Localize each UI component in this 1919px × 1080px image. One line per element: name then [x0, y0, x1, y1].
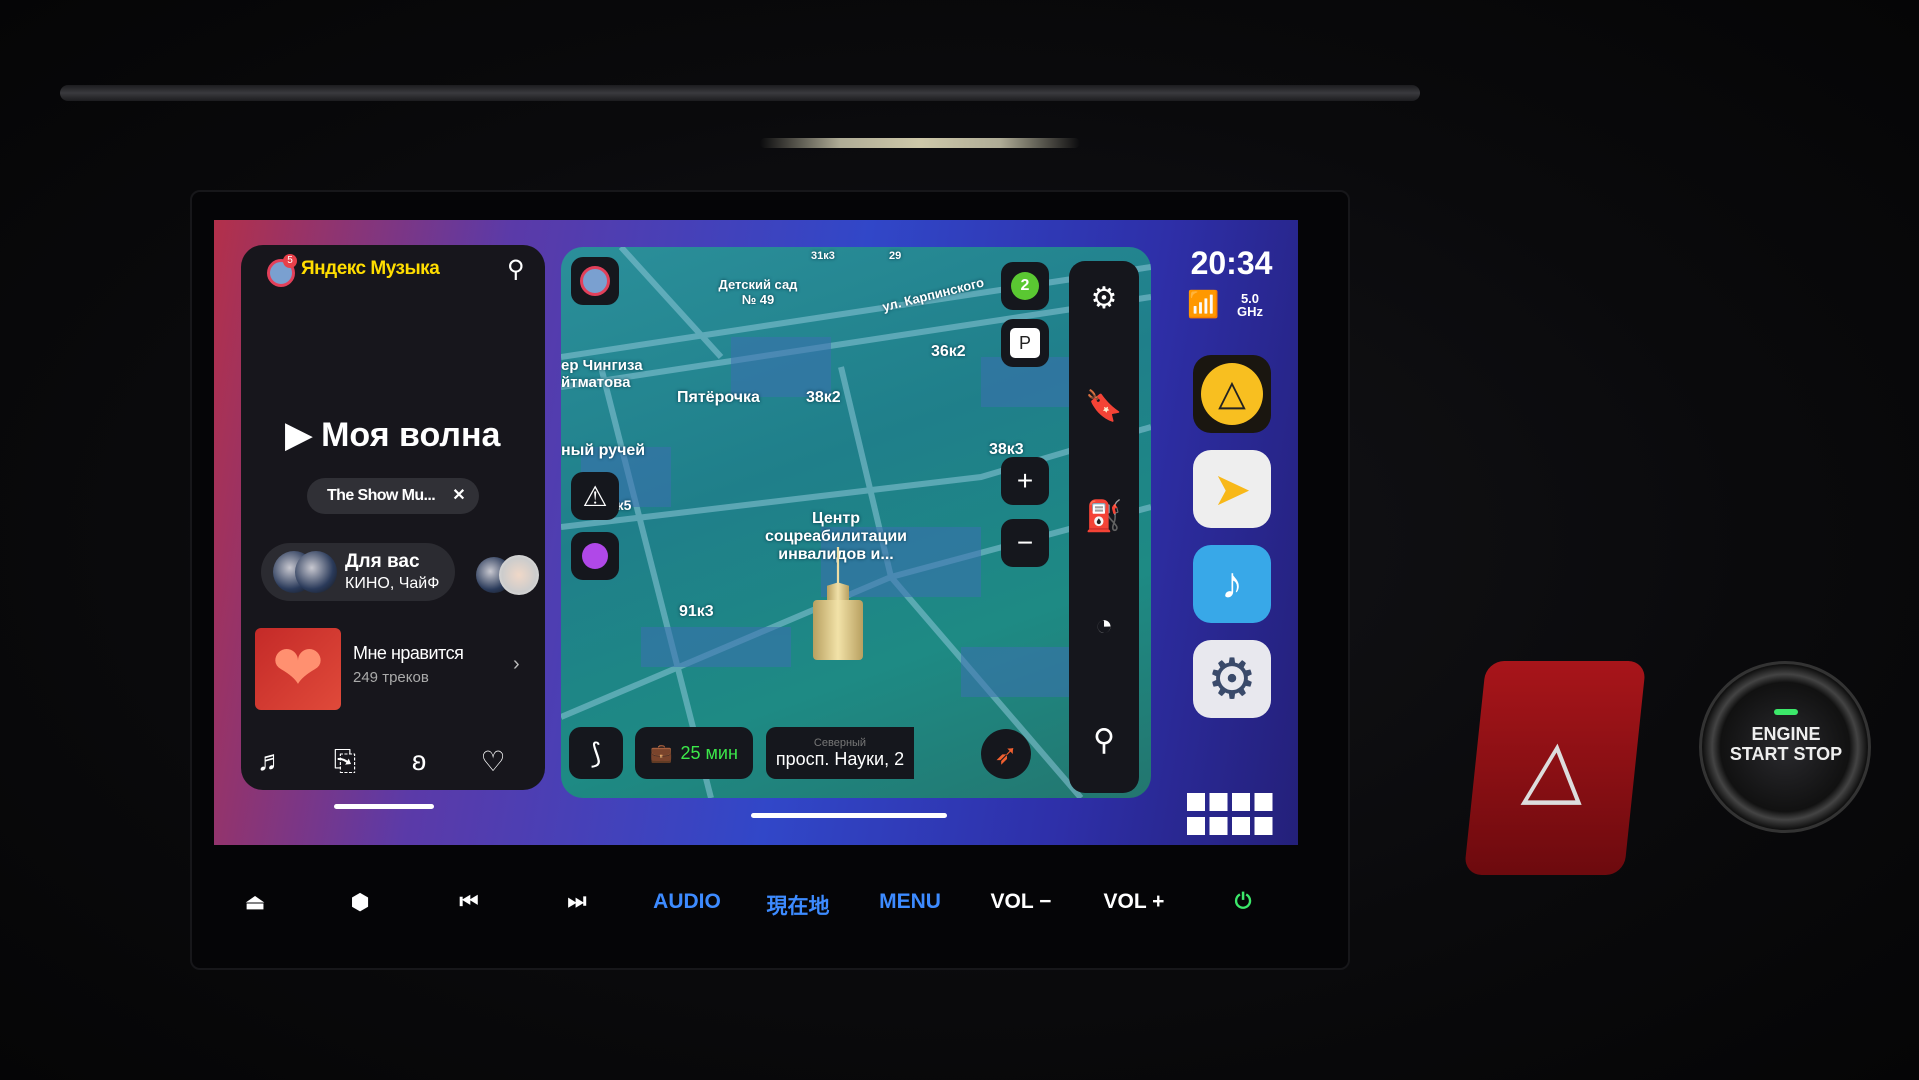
address-text: просп. Науки, 2 [775, 748, 905, 769]
hazard-button[interactable]: △ [1463, 661, 1647, 875]
map-label: ный ручей [561, 442, 646, 459]
zoom-in-button[interactable]: + [1001, 457, 1049, 505]
current-location-button[interactable]: 現在地 [767, 890, 830, 920]
power-button[interactable]: ⏻ [1235, 890, 1252, 914]
traffic-level: 2 [1011, 272, 1039, 300]
compass-icon[interactable]: ➶ [981, 729, 1031, 779]
chip-label: The Show Mu... [327, 487, 436, 504]
map-label: 36к2 [931, 343, 966, 360]
parking-icon: P [1010, 328, 1040, 358]
map-label: Пятёрочка [677, 389, 760, 406]
clock: 20:34 [1190, 245, 1273, 281]
eject-button[interactable]: ⏏ [245, 890, 265, 915]
wifi-band: 5.0 GHz [1237, 291, 1263, 319]
dashboard-trim [60, 85, 1420, 101]
briefcase-icon: 💼 [650, 742, 673, 763]
chevron-right-icon[interactable]: › [513, 653, 520, 676]
map-label: 31к3 [811, 250, 835, 262]
notification-badge: 5 [283, 254, 297, 268]
bookmarks-icon[interactable]: 🔖 [1069, 389, 1139, 424]
podcasts-icon[interactable]: ⎘ [325, 745, 365, 778]
for-you-title: Для вас [345, 551, 420, 572]
hazard-triangle-icon: △ [1519, 723, 1591, 812]
eta-button[interactable]: 💼 25 мин [635, 727, 753, 779]
for-you-subtitle: КИНО, ЧайФ [345, 575, 440, 592]
wifi-icon: 📶 [1187, 289, 1220, 319]
music-note-icon[interactable]: ♬ [251, 745, 291, 777]
collection-icon[interactable]: ♡ [473, 745, 513, 778]
wave-filter-chip[interactable]: The Show Mu... ✕ [307, 478, 479, 514]
menu-button[interactable]: MENU [879, 890, 941, 914]
vehicle-cursor-tank-icon [813, 600, 863, 660]
music-player-icon[interactable]: ◔ [1069, 609, 1139, 643]
app-logo: Яндекс Музыка [301, 258, 440, 279]
map-label: 91к3 [679, 603, 714, 620]
play-icon: ▶ [285, 416, 322, 454]
traffic-level-button[interactable]: 2 [1001, 262, 1049, 310]
volume-up-button[interactable]: VOL + [1104, 890, 1165, 914]
app-aimp[interactable]: △ [1193, 355, 1271, 433]
search-icon[interactable]: ⚲ [507, 255, 525, 284]
map-label: Детский сад № 49 [718, 277, 798, 307]
aimp-triangle-icon: △ [1201, 363, 1263, 425]
playlist-cover[interactable] [499, 555, 539, 595]
liked-cover[interactable]: ❤ [255, 628, 341, 710]
ambient-light [760, 138, 1080, 148]
engine-indicator-light [1774, 709, 1798, 715]
alice-voice-icon[interactable] [571, 532, 619, 580]
liked-count: 249 треков [353, 669, 429, 686]
gas-station-icon[interactable]: ⛽ [1069, 499, 1139, 534]
app-settings[interactable]: ⚙ [1193, 640, 1271, 718]
zoom-out-button[interactable]: − [1001, 519, 1049, 567]
eta-time: 25 мин [680, 742, 738, 763]
kids-icon[interactable]: ʚ [399, 745, 439, 777]
source-button[interactable]: ⬢ [351, 890, 369, 915]
app-yandex-navigator[interactable]: ➤ [1193, 450, 1271, 528]
yandex-navigator-map[interactable]: Детский сад № 49 ул. Карпинского 31к3 29… [561, 247, 1151, 798]
map-label: 38к2 [806, 389, 841, 406]
app-dock: 20:34 📶 5.0 GHz △ ➤ ♪ ⚙ [1169, 245, 1294, 840]
my-wave-title: Моя волна [321, 416, 501, 454]
current-address: Северный просп. Науки, 2 [766, 727, 914, 779]
previous-track-button[interactable]: ⏮ [460, 890, 479, 914]
for-you-button[interactable]: Для вас КИНО, ЧайФ [261, 543, 455, 601]
touchscreen: 5 Яндекс Музыка ⚲ ▶ Моя волна The Show M… [214, 220, 1298, 845]
app-bluetooth-music[interactable]: ♪ [1193, 545, 1271, 623]
audio-button[interactable]: AUDIO [653, 890, 721, 914]
my-wave-button[interactable]: ▶ Моя волна [241, 415, 545, 455]
artist-cover [295, 551, 337, 593]
liked-title[interactable]: Мне нравится [353, 643, 464, 664]
navigation-arrow-icon: ➤ [1212, 463, 1252, 515]
next-track-button[interactable]: ⏭ [568, 890, 587, 914]
map-label: ер Чингиза йтматова [561, 357, 643, 391]
settings-gear-icon: ⚙ [1206, 647, 1258, 710]
home-indicator[interactable] [751, 813, 947, 818]
map-poi-label[interactable]: Центр соцреабилитации инвалидов и... [761, 510, 911, 564]
parking-button[interactable]: P [1001, 319, 1049, 367]
map-label: 29 [889, 250, 902, 262]
home-indicator[interactable] [334, 804, 434, 809]
alice-avatar-button[interactable] [571, 257, 619, 305]
close-icon[interactable]: ✕ [452, 478, 465, 514]
yandex-music-widget[interactable]: 5 Яндекс Музыка ⚲ ▶ Моя волна The Show M… [241, 245, 545, 790]
address-hint: Северный [813, 736, 867, 749]
volume-down-button[interactable]: VOL − [991, 890, 1052, 914]
search-icon[interactable]: ⚲ [1069, 723, 1139, 758]
routes-icon[interactable]: ⟆ [569, 727, 623, 779]
engine-start-button[interactable]: ENGINE START STOP [1699, 661, 1871, 833]
map-sidebar: ⚙ 🔖 ⛽ ◔ ⚲ [1069, 261, 1139, 793]
app-grid-icon[interactable] [1187, 793, 1273, 837]
bluetooth-music-icon: ♪ [1221, 559, 1243, 608]
engine-label: ENGINE START STOP [1729, 724, 1843, 764]
report-incident-icon[interactable]: ⚠ [571, 472, 619, 520]
settings-gear-icon[interactable]: ⚙ [1069, 281, 1139, 316]
